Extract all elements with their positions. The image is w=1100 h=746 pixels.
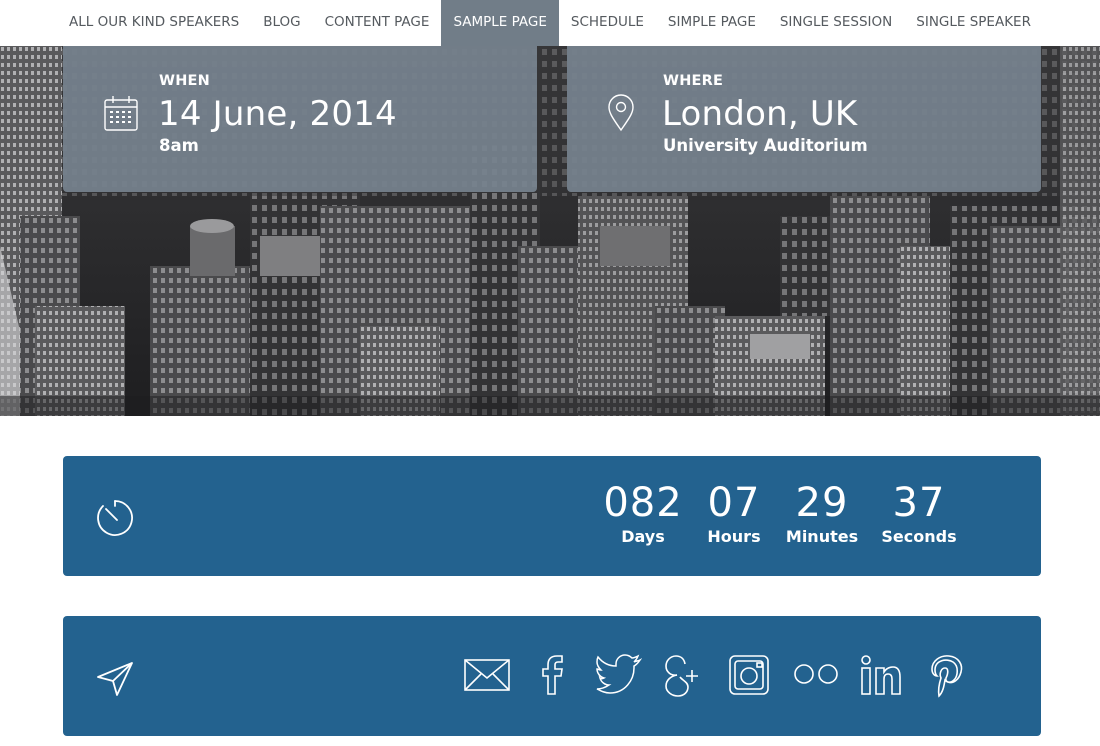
email-icon[interactable] — [463, 654, 511, 698]
nav-item-blog[interactable]: BLOG — [251, 0, 312, 46]
minutes-value: 29 — [795, 480, 849, 526]
nav-item-sample-page[interactable]: SAMPLE PAGE — [441, 0, 559, 46]
nav-item-simple-page[interactable]: SIMPLE PAGE — [656, 0, 768, 46]
countdown-days: 082 Days — [603, 476, 683, 546]
event-venue: University Auditorium — [663, 136, 868, 155]
google-plus-icon[interactable] — [663, 654, 703, 702]
event-time: 8am — [159, 136, 199, 155]
minutes-label: Minutes — [785, 527, 859, 546]
facebook-icon[interactable] — [539, 654, 565, 700]
pinterest-icon[interactable] — [929, 654, 965, 702]
nav-item-all-our-kind-speakers[interactable]: ALL OUR KIND SPEAKERS — [57, 0, 251, 46]
nav-item-schedule[interactable]: SCHEDULE — [559, 0, 656, 46]
event-date: 14 June, 2014 — [158, 94, 397, 134]
countdown-minutes: 29 Minutes — [782, 476, 862, 546]
countdown-hours: 07 Hours — [699, 476, 769, 546]
map-pin-icon — [607, 94, 635, 136]
flickr-icon[interactable] — [792, 654, 840, 698]
nav-item-single-speaker[interactable]: SINGLE SPEAKER — [904, 0, 1043, 46]
countdown-seconds: 37 Seconds — [878, 476, 960, 546]
days-value: 082 — [603, 480, 683, 526]
when-card: WHEN 14 June, 2014 8am — [63, 46, 537, 192]
where-label: WHERE — [663, 73, 724, 89]
hours-label: Hours — [707, 527, 761, 546]
nav-item-single-session[interactable]: SINGLE SESSION — [768, 0, 904, 46]
linkedin-icon[interactable] — [860, 654, 902, 700]
twitter-icon[interactable] — [596, 654, 643, 698]
event-city: London, UK — [662, 94, 858, 134]
calendar-icon — [103, 94, 139, 136]
seconds-value: 37 — [892, 480, 946, 526]
when-label: WHEN — [159, 73, 210, 89]
where-card: WHERE London, UK University Auditorium — [567, 46, 1041, 192]
instagram-icon[interactable] — [728, 654, 770, 700]
nav-item-content-page[interactable]: CONTENT PAGE — [313, 0, 442, 46]
send-icon — [95, 658, 135, 702]
countdown-panel: 082 Days 07 Hours 29 Minutes 37 Seconds — [63, 456, 1041, 576]
timer-icon — [95, 498, 135, 542]
main-nav: ALL OUR KIND SPEAKERS BLOG CONTENT PAGE … — [0, 0, 1100, 46]
hours-value: 07 — [707, 480, 761, 526]
seconds-label: Seconds — [881, 527, 957, 546]
social-panel — [63, 616, 1041, 736]
